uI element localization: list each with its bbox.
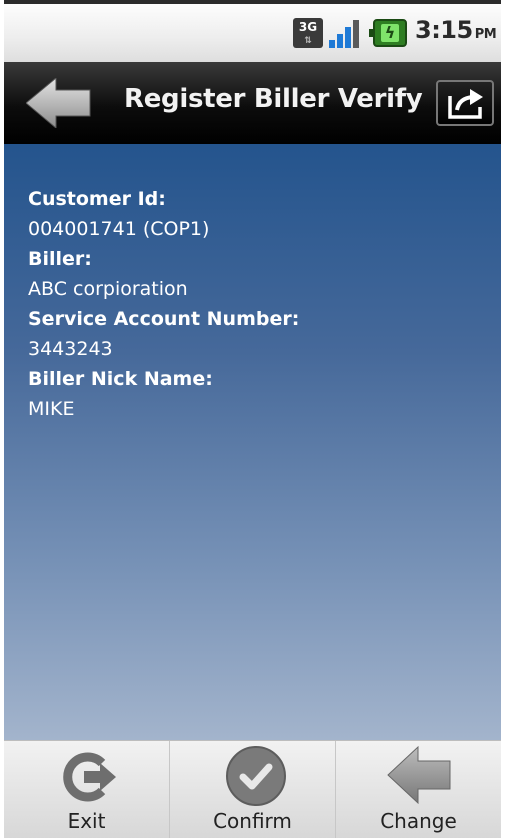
content-area: Customer Id: 004001741 (COP1) Biller: AB… [4, 144, 501, 740]
biller-nick-name-value: MIKE [28, 398, 75, 420]
title-bar: Register Biller Verify [4, 62, 501, 144]
battery-charging-icon: ϟ [369, 19, 407, 47]
back-button[interactable] [25, 76, 92, 130]
network-type-label: 3G [298, 20, 318, 34]
customer-id-label: Customer Id: [28, 188, 166, 210]
bottom-action-bar: Exit Confirm Change [4, 740, 501, 838]
biller-details: Customer Id: 004001741 (COP1) Biller: AB… [28, 184, 299, 424]
phone-screen: 3G ⇅ ϟ 3:15 PM Register Biller Verify Cu… [4, 0, 501, 838]
exit-label: Exit [67, 809, 106, 833]
back-arrow-icon [25, 76, 91, 130]
signal-strength-icon [329, 18, 361, 48]
share-icon [448, 89, 483, 119]
network-3g-icon: 3G ⇅ [293, 18, 323, 48]
service-account-number-value: 3443243 [28, 338, 113, 360]
status-time: 3:15 PM [415, 16, 497, 44]
biller-label: Biller: [28, 248, 92, 270]
confirm-button[interactable]: Confirm [170, 741, 335, 838]
customer-id-value: 004001741 (COP1) [28, 218, 210, 240]
status-bar: 3G ⇅ ϟ 3:15 PM [4, 0, 501, 62]
status-time-ampm: PM [474, 27, 497, 42]
page-title: Register Biller Verify [124, 84, 423, 114]
back-arrow-icon [387, 745, 451, 805]
service-account-number-label: Service Account Number: [28, 308, 300, 330]
checkmark-icon [226, 746, 286, 806]
change-label: Change [380, 809, 457, 833]
biller-nick-name-label: Biller Nick Name: [28, 368, 213, 390]
confirm-label: Confirm [213, 809, 292, 833]
exit-button[interactable]: Exit [4, 741, 169, 838]
biller-value: ABC corpioration [28, 278, 188, 300]
exit-icon [63, 752, 116, 802]
status-time-value: 3:15 [415, 16, 473, 44]
change-button[interactable]: Change [336, 741, 501, 838]
share-button[interactable] [436, 80, 494, 126]
